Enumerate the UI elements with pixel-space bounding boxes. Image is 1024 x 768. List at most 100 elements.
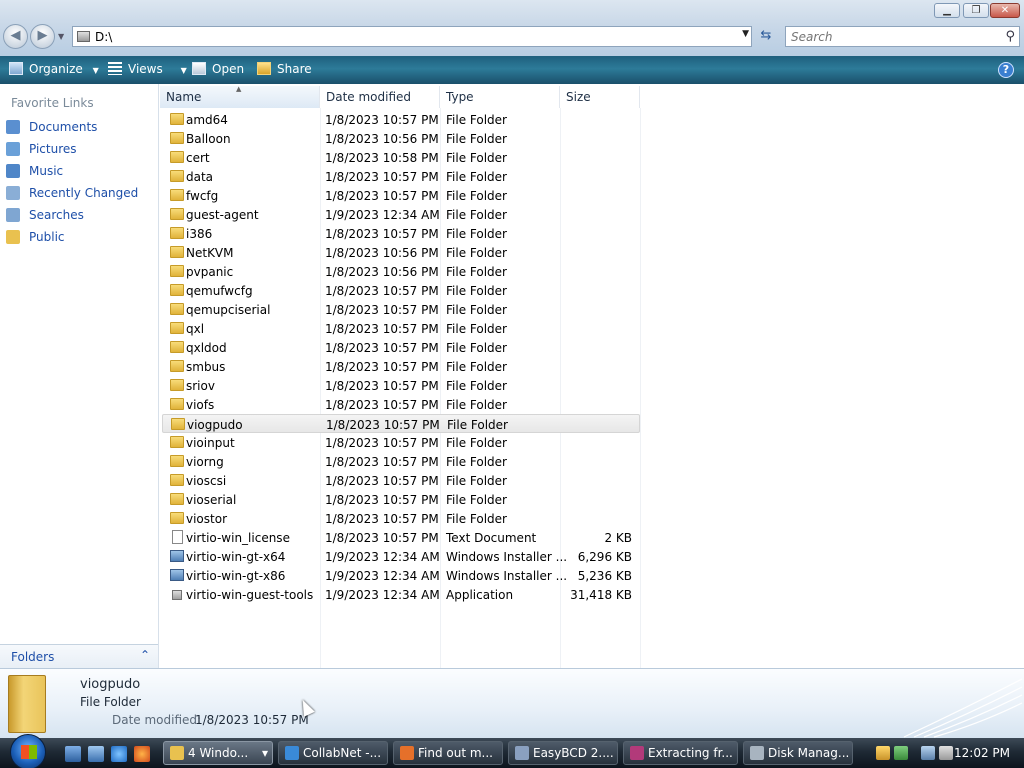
nav-link-label: Documents (29, 120, 98, 134)
folder-icon (170, 360, 184, 372)
taskbar: 4 Windo... ▾ CollabNet -... Find out m... Ea… (0, 734, 1024, 768)
back-button[interactable]: ◀ (3, 24, 28, 49)
file-name: cert (186, 151, 210, 165)
file-type: File Folder (447, 418, 508, 432)
address-bar[interactable]: D:\ ▼ (72, 26, 752, 47)
file-row[interactable]: pvpanic 1/8/2023 10:56 PM File Folder (162, 262, 640, 281)
file-type: File Folder (446, 360, 507, 374)
file-row[interactable]: cert 1/8/2023 10:58 PM File Folder (162, 148, 640, 167)
file-row[interactable]: sriov 1/8/2023 10:57 PM File Folder (162, 376, 640, 395)
file-row[interactable]: vioscsi 1/8/2023 10:57 PM File Folder (162, 471, 640, 490)
file-name: qxldod (186, 341, 227, 355)
file-date-modified: 1/8/2023 10:57 PM (325, 303, 439, 317)
file-row[interactable]: fwcfg 1/8/2023 10:57 PM File Folder (162, 186, 640, 205)
clock[interactable]: 12:02 PM (954, 746, 1010, 760)
ie-quicklaunch-icon[interactable] (111, 746, 127, 762)
open-button[interactable]: Open (192, 62, 244, 76)
chevron-down-icon[interactable]: ▾ (262, 746, 268, 760)
start-button[interactable] (10, 734, 46, 768)
address-path: D:\ (95, 30, 113, 44)
navigation-pane: Favorite Links Documents Pictures Music Rec… (0, 84, 159, 668)
details-date-value: 1/8/2023 10:57 PM (195, 713, 309, 727)
column-header-date[interactable]: Date modified (320, 86, 440, 108)
file-row[interactable]: viorng 1/8/2023 10:57 PM File Folder (162, 452, 640, 471)
file-row[interactable]: amd64 1/8/2023 10:57 PM File Folder (162, 110, 640, 129)
search-input[interactable] (791, 30, 991, 44)
nav-link-public[interactable]: Public (6, 230, 65, 250)
search-box[interactable]: ⚲ (785, 26, 1020, 47)
winrar-icon (630, 746, 644, 760)
taskbar-button-winrar[interactable]: Extracting fr... (623, 741, 738, 765)
file-row[interactable]: viofs 1/8/2023 10:57 PM File Folder (162, 395, 640, 414)
file-row[interactable]: virtio-win-gt-x86 1/9/2023 12:34 AM Window… (162, 566, 640, 585)
title-bar: ▁ ❐ ✕ ◀ ▶ ▼ D:\ ▼ ⇆ ⚲ (0, 0, 1024, 56)
organize-button[interactable]: Organize ▼ (9, 62, 99, 76)
recent-pages-dropdown[interactable]: ▼ (58, 32, 64, 41)
taskbar-button-ie[interactable]: CollabNet -... (278, 741, 388, 765)
file-row[interactable]: Balloon 1/8/2023 10:56 PM File Folder (162, 129, 640, 148)
folder-icon (170, 493, 184, 505)
file-row[interactable]: virtio-win-gt-x64 1/9/2023 12:34 AM Window… (162, 547, 640, 566)
windows-defender-icon[interactable] (894, 746, 908, 760)
nav-link-searches[interactable]: Searches (6, 208, 84, 228)
file-row[interactable]: viostor 1/8/2023 10:57 PM File Folder (162, 509, 640, 528)
chevron-up-icon[interactable]: ⌃ (140, 648, 150, 662)
file-row[interactable]: qemupciserial 1/8/2023 10:57 PM File Folde… (162, 300, 640, 319)
file-type: File Folder (446, 265, 507, 279)
security-shield-icon[interactable] (876, 746, 890, 760)
minimize-button[interactable]: ▁ (934, 3, 960, 18)
file-row[interactable]: vioserial 1/8/2023 10:57 PM File Folder (162, 490, 640, 509)
nav-link-pictures[interactable]: Pictures (6, 142, 77, 162)
file-date-modified: 1/8/2023 10:57 PM (325, 341, 439, 355)
nav-link-documents[interactable]: Documents (6, 120, 97, 140)
file-row[interactable]: smbus 1/8/2023 10:57 PM File Folder (162, 357, 640, 376)
volume-muted-icon[interactable] (939, 746, 953, 760)
search-icon[interactable]: ⚲ (1005, 29, 1015, 44)
maximize-button[interactable]: ❐ (963, 3, 989, 18)
file-type: File Folder (446, 379, 507, 393)
file-row[interactable]: data 1/8/2023 10:57 PM File Folder (162, 167, 640, 186)
switch-windows-icon[interactable] (88, 746, 104, 762)
file-row[interactable]: NetKVM 1/8/2023 10:56 PM File Folder (162, 243, 640, 262)
file-row[interactable]: vioinput 1/8/2023 10:57 PM File Folder (162, 433, 640, 452)
taskbar-button-disk-management[interactable]: Disk Manag... (743, 741, 853, 765)
forward-button[interactable]: ▶ (30, 24, 55, 49)
easybcd-icon (515, 746, 529, 760)
folders-bar[interactable]: Folders ⌃ (0, 644, 158, 668)
file-row[interactable]: qxl 1/8/2023 10:57 PM File Folder (162, 319, 640, 338)
file-row[interactable]: guest-agent 1/9/2023 12:34 AM File Folder (162, 205, 640, 224)
file-row[interactable]: qemufwcfg 1/8/2023 10:57 PM File Folder (162, 281, 640, 300)
nav-link-label: Pictures (29, 142, 77, 156)
taskbar-button-firefox[interactable]: Find out m... (393, 741, 503, 765)
file-name: data (186, 170, 214, 184)
close-button[interactable]: ✕ (990, 3, 1020, 18)
file-name: qemufwcfg (186, 284, 253, 298)
file-size: 5,236 KB (577, 569, 632, 583)
file-size: 6,296 KB (577, 550, 632, 564)
taskbar-button-explorer-folder[interactable]: 4 Windo... ▾ (163, 741, 273, 765)
file-row[interactable]: virtio-win-guest-tools 1/9/2023 12:34 AM A… (162, 585, 640, 604)
help-icon[interactable]: ? (998, 62, 1014, 78)
column-header-type[interactable]: Type (440, 86, 560, 108)
show-desktop-icon[interactable] (65, 746, 81, 762)
nav-link-music[interactable]: Music (6, 164, 63, 184)
column-header-size[interactable]: Size (560, 86, 640, 108)
file-name: qxl (186, 322, 205, 336)
share-button[interactable]: Share (257, 62, 312, 76)
network-icon[interactable] (921, 746, 935, 760)
file-row[interactable]: i386 1/8/2023 10:57 PM File Folder (162, 224, 640, 243)
column-header-name[interactable]: Name ▲ (160, 85, 320, 108)
taskbar-button-label: Disk Manag... (768, 746, 850, 760)
organize-icon (9, 62, 23, 75)
refresh-button[interactable]: ⇆ (755, 26, 777, 47)
views-button[interactable]: Views ▼ (108, 62, 187, 76)
file-row[interactable]: virtio-win_license 1/8/2023 10:57 PM Text … (162, 528, 640, 547)
nav-link-recently-changed[interactable]: Recently Changed (6, 186, 138, 206)
searches-icon (6, 208, 20, 222)
file-row[interactable]: viogpudo 1/8/2023 10:57 PM File Folder (162, 414, 640, 433)
taskbar-button-easybcd[interactable]: EasyBCD 2.... (508, 741, 618, 765)
file-row[interactable]: qxldod 1/8/2023 10:57 PM File Folder (162, 338, 640, 357)
address-dropdown-icon[interactable]: ▼ (742, 29, 749, 39)
firefox-quicklaunch-icon[interactable] (134, 746, 150, 762)
share-label: Share (277, 62, 312, 76)
